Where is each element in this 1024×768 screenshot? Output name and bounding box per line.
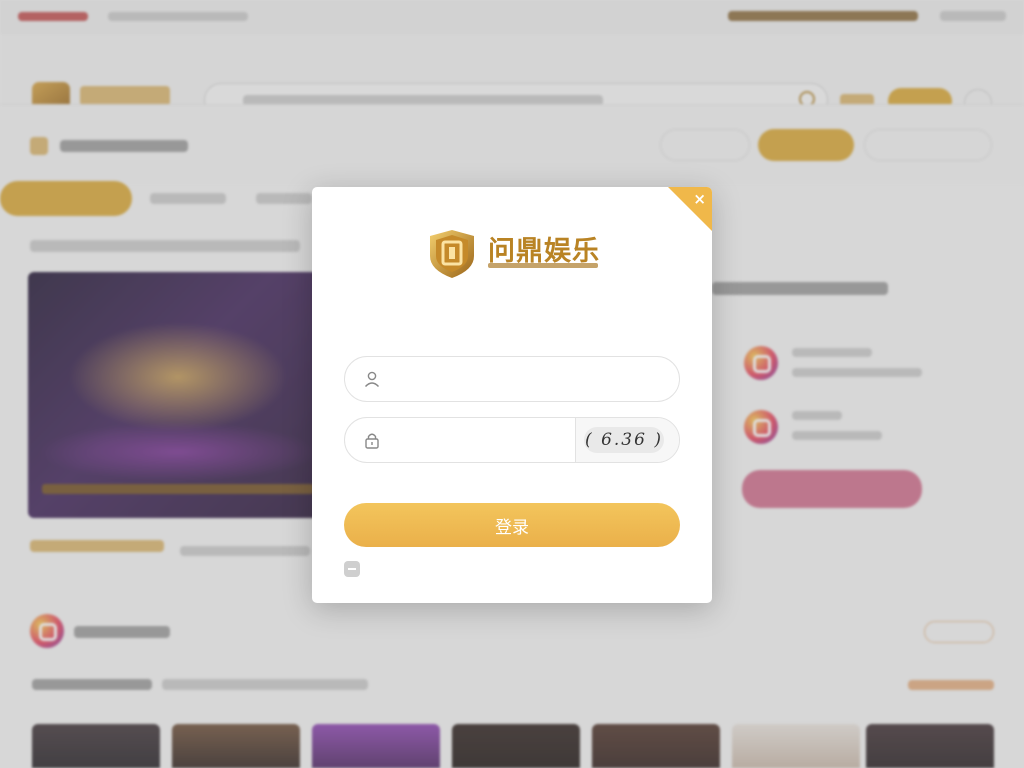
brand-logo: 问鼎娱乐 [426,225,602,281]
remember-checkbox[interactable] [344,561,360,577]
username-field[interactable] [344,356,680,402]
captcha-image[interactable]: ( 6.36 ) [575,418,679,462]
lock-icon [365,433,379,449]
username-input[interactable] [393,357,573,401]
close-icon: × [693,190,706,208]
login-button[interactable]: 登录 [344,503,680,547]
brand-tagline [488,263,598,268]
user-icon [364,371,380,387]
close-button[interactable]: × [668,187,712,231]
captcha-code: ( 6.36 ) [584,427,664,453]
password-input[interactable] [393,418,573,462]
password-field[interactable]: ( 6.36 ) [344,417,680,463]
login-modal: × 问鼎娱乐 (6.36) 登录 [312,187,712,603]
shield-logo-icon [430,230,474,278]
